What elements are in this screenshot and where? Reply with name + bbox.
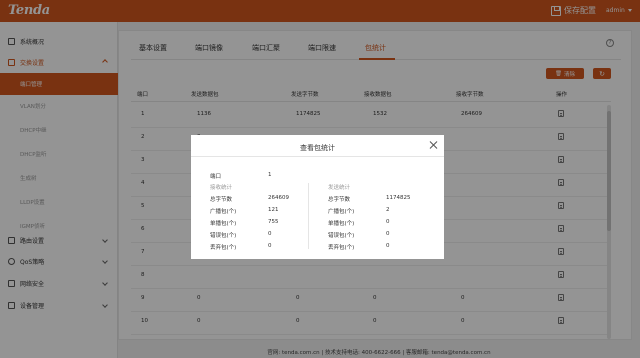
dialog-column-divider: [308, 183, 309, 249]
packet-stats-dialog: 查看包统计 端口 1 接收统计 发送统计 总字节数 264609 广播包(个) …: [191, 135, 444, 259]
tx-stat-label: 总字节数: [328, 197, 351, 203]
close-icon[interactable]: [428, 140, 438, 150]
tx-stat-value: 0: [386, 219, 390, 225]
rx-stat-label: 广播包(个): [210, 209, 237, 215]
rx-stat-label: 丢弃包(个): [210, 245, 237, 251]
port-value: 1: [268, 172, 272, 178]
rx-stat-label: 错误包(个): [210, 233, 237, 239]
dialog-title: 查看包统计: [300, 144, 335, 152]
rx-stat-label: 单播包(个): [210, 221, 237, 227]
rx-stat-value: 121: [268, 207, 279, 213]
tx-stat-value: 2: [386, 207, 390, 213]
tx-stat-label: 广播包(个): [328, 209, 355, 215]
tx-section-title: 发送统计: [328, 185, 351, 191]
tx-stat-value: 1174825: [386, 195, 411, 201]
rx-stat-value: 0: [268, 231, 272, 237]
port-label: 端口: [210, 174, 222, 180]
dialog-divider: [191, 156, 444, 157]
rx-section-title: 接收统计: [210, 185, 233, 191]
rx-stat-label: 总字节数: [210, 197, 233, 203]
tx-stat-value: 0: [386, 243, 390, 249]
tx-stat-label: 错误包(个): [328, 233, 355, 239]
rx-stat-value: 264609: [268, 195, 289, 201]
tx-stat-value: 0: [386, 231, 390, 237]
rx-stat-value: 0: [268, 243, 272, 249]
tx-stat-label: 丢弃包(个): [328, 245, 355, 251]
rx-stat-value: 755: [268, 219, 279, 225]
tx-stat-label: 单播包(个): [328, 221, 355, 227]
